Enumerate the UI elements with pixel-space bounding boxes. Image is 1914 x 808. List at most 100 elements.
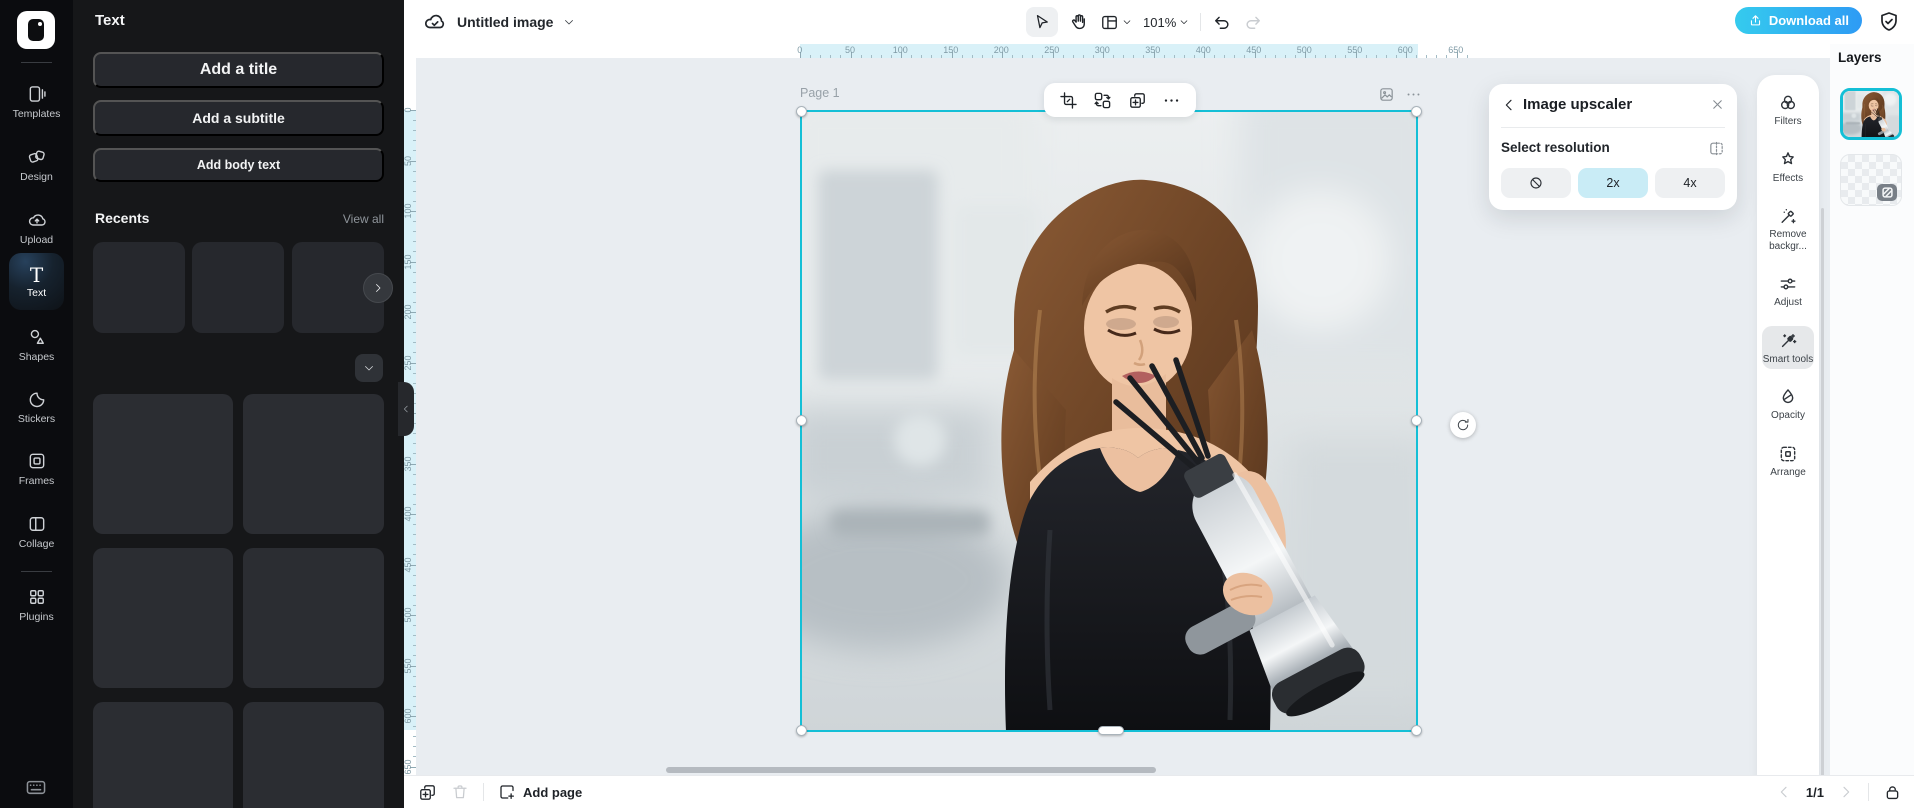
resolution-2x-button[interactable]: 2x <box>1578 168 1648 198</box>
resize-handle-nw[interactable] <box>796 106 807 117</box>
text-style-item[interactable] <box>243 394 384 534</box>
shield-check-icon <box>1881 12 1897 31</box>
zoom-level-control[interactable]: 101% <box>1143 15 1189 30</box>
lock-pages-button[interactable] <box>1883 783 1902 802</box>
compare-preview-button[interactable] <box>1708 140 1725 157</box>
close-button[interactable] <box>1710 97 1725 112</box>
resize-handle-w[interactable] <box>796 415 807 426</box>
next-page-button[interactable] <box>1838 784 1854 800</box>
chevron-down-icon <box>365 366 373 371</box>
panel-collapse-tab[interactable] <box>398 382 414 436</box>
no-upscale-icon <box>1530 177 1542 189</box>
upscaler-title: Image upscaler <box>1523 96 1633 113</box>
resize-handle-sw[interactable] <box>796 725 807 736</box>
sidebar-item-upload[interactable]: Upload <box>0 210 73 246</box>
chevron-down-icon <box>1123 20 1131 25</box>
page-image-icon[interactable] <box>1378 86 1395 103</box>
sidebar-item-shapes[interactable]: Shapes <box>0 327 73 363</box>
keyboard-shortcuts-button[interactable] <box>25 778 47 796</box>
select-resolution-label: Select resolution <box>1501 140 1610 155</box>
add-page-label: Add page <box>523 784 583 800</box>
pan-tool-button[interactable] <box>1069 12 1089 32</box>
page[interactable] <box>800 110 1418 732</box>
previous-page-button[interactable] <box>1776 784 1792 800</box>
recents-next-button[interactable] <box>363 273 393 303</box>
sidebar-item-templates[interactable]: Templates <box>0 84 73 120</box>
add-title-button[interactable]: Add a title <box>93 52 384 88</box>
canvas-image[interactable] <box>800 110 1418 732</box>
resize-handle-ne[interactable] <box>1411 106 1422 117</box>
more-options-icon[interactable] <box>1162 91 1181 110</box>
text-style-item[interactable] <box>243 702 384 808</box>
privacy-shield-button[interactable] <box>1877 10 1901 34</box>
background-layer-badge <box>1877 184 1897 201</box>
tool-label: Smart tools <box>1762 353 1814 365</box>
add-subtitle-button[interactable]: Add a subtitle <box>93 100 384 136</box>
zoom-level: 101% <box>1143 14 1177 30</box>
document-title: Untitled image <box>457 14 554 30</box>
tool-label: Adjust <box>1774 297 1802 308</box>
layout-icon <box>1102 15 1117 29</box>
toolbar-divider <box>1200 13 1202 31</box>
add-page-button[interactable]: Add page <box>498 783 582 801</box>
layer-image-thumbnail[interactable] <box>1840 88 1902 140</box>
design-icon <box>28 150 45 163</box>
layout-view-button[interactable] <box>1100 13 1132 32</box>
resize-handle-se[interactable] <box>1411 725 1422 736</box>
collage-icon <box>29 517 44 531</box>
sidebar-item-collage[interactable]: Collage <box>0 514 73 550</box>
back-button[interactable] <box>1501 97 1517 113</box>
arrange-icon <box>1780 446 1796 461</box>
text-style-item[interactable] <box>93 394 233 534</box>
horizontal-scrollbar[interactable] <box>666 767 1156 773</box>
document-title-group[interactable]: Untitled image <box>423 0 575 44</box>
tool-label: Filters <box>1774 116 1802 127</box>
resolution-none-button[interactable] <box>1501 168 1571 198</box>
page-header-icons <box>1378 86 1422 103</box>
text-style-item[interactable] <box>93 548 233 688</box>
redo-button[interactable] <box>1243 12 1263 32</box>
recent-item[interactable] <box>93 242 185 333</box>
tool-effects[interactable]: Effects <box>1762 145 1814 189</box>
tool-adjust[interactable]: Adjust <box>1762 269 1814 313</box>
tool-filters[interactable]: Filters <box>1762 88 1814 132</box>
add-page-icon <box>500 785 515 800</box>
page-more-icon[interactable] <box>1405 86 1422 103</box>
tool-remove-background[interactable]: Remove backgr... <box>1762 201 1814 256</box>
sidebar-item-plugins[interactable]: Plugins <box>0 587 73 623</box>
select-tool-button[interactable] <box>1026 7 1058 37</box>
replace-icon[interactable] <box>1093 91 1112 110</box>
sidebar-item-stickers[interactable]: Stickers <box>0 389 73 425</box>
shapes-icon <box>30 329 44 344</box>
tool-smart-tools[interactable]: Smart tools <box>1762 325 1814 369</box>
tool-opacity[interactable]: Opacity <box>1762 382 1814 426</box>
download-all-button[interactable]: Download all <box>1734 7 1862 34</box>
delete-page-button[interactable] <box>451 783 469 801</box>
rotate-handle[interactable] <box>1450 412 1476 438</box>
sidebar-item-frames[interactable]: Frames <box>0 451 73 487</box>
sidebar-item-label: Design <box>20 171 53 183</box>
sidebar-item-text[interactable]: T Text <box>9 253 64 310</box>
text-style-item[interactable] <box>243 548 384 688</box>
tool-arrange[interactable]: Arrange <box>1762 439 1814 483</box>
expand-section-button[interactable] <box>355 354 383 382</box>
view-all-link[interactable]: View all <box>343 212 384 226</box>
resolution-4x-button[interactable]: 4x <box>1655 168 1725 198</box>
sidebar-item-label: Frames <box>18 475 55 487</box>
layer-background-thumbnail[interactable] <box>1840 154 1902 206</box>
crop-icon[interactable] <box>1059 91 1078 110</box>
duplicate-icon[interactable] <box>1128 91 1147 110</box>
app-logo[interactable] <box>17 11 55 49</box>
resize-handle-s[interactable] <box>1098 726 1124 735</box>
resize-handle-e[interactable] <box>1411 415 1422 426</box>
undo-button[interactable] <box>1212 12 1232 32</box>
duplicate-page-button[interactable] <box>418 783 437 802</box>
download-all-label: Download all <box>1768 13 1849 28</box>
text-style-item[interactable] <box>93 702 233 808</box>
recent-item[interactable] <box>192 242 284 333</box>
sidebar-item-design[interactable]: Design <box>0 147 73 183</box>
add-body-text-button[interactable]: Add body text <box>93 148 384 182</box>
right-toolbar-scrollbar[interactable] <box>1821 208 1824 783</box>
sidebar-item-label: Text <box>26 286 47 299</box>
chevron-left-icon <box>1780 786 1787 798</box>
